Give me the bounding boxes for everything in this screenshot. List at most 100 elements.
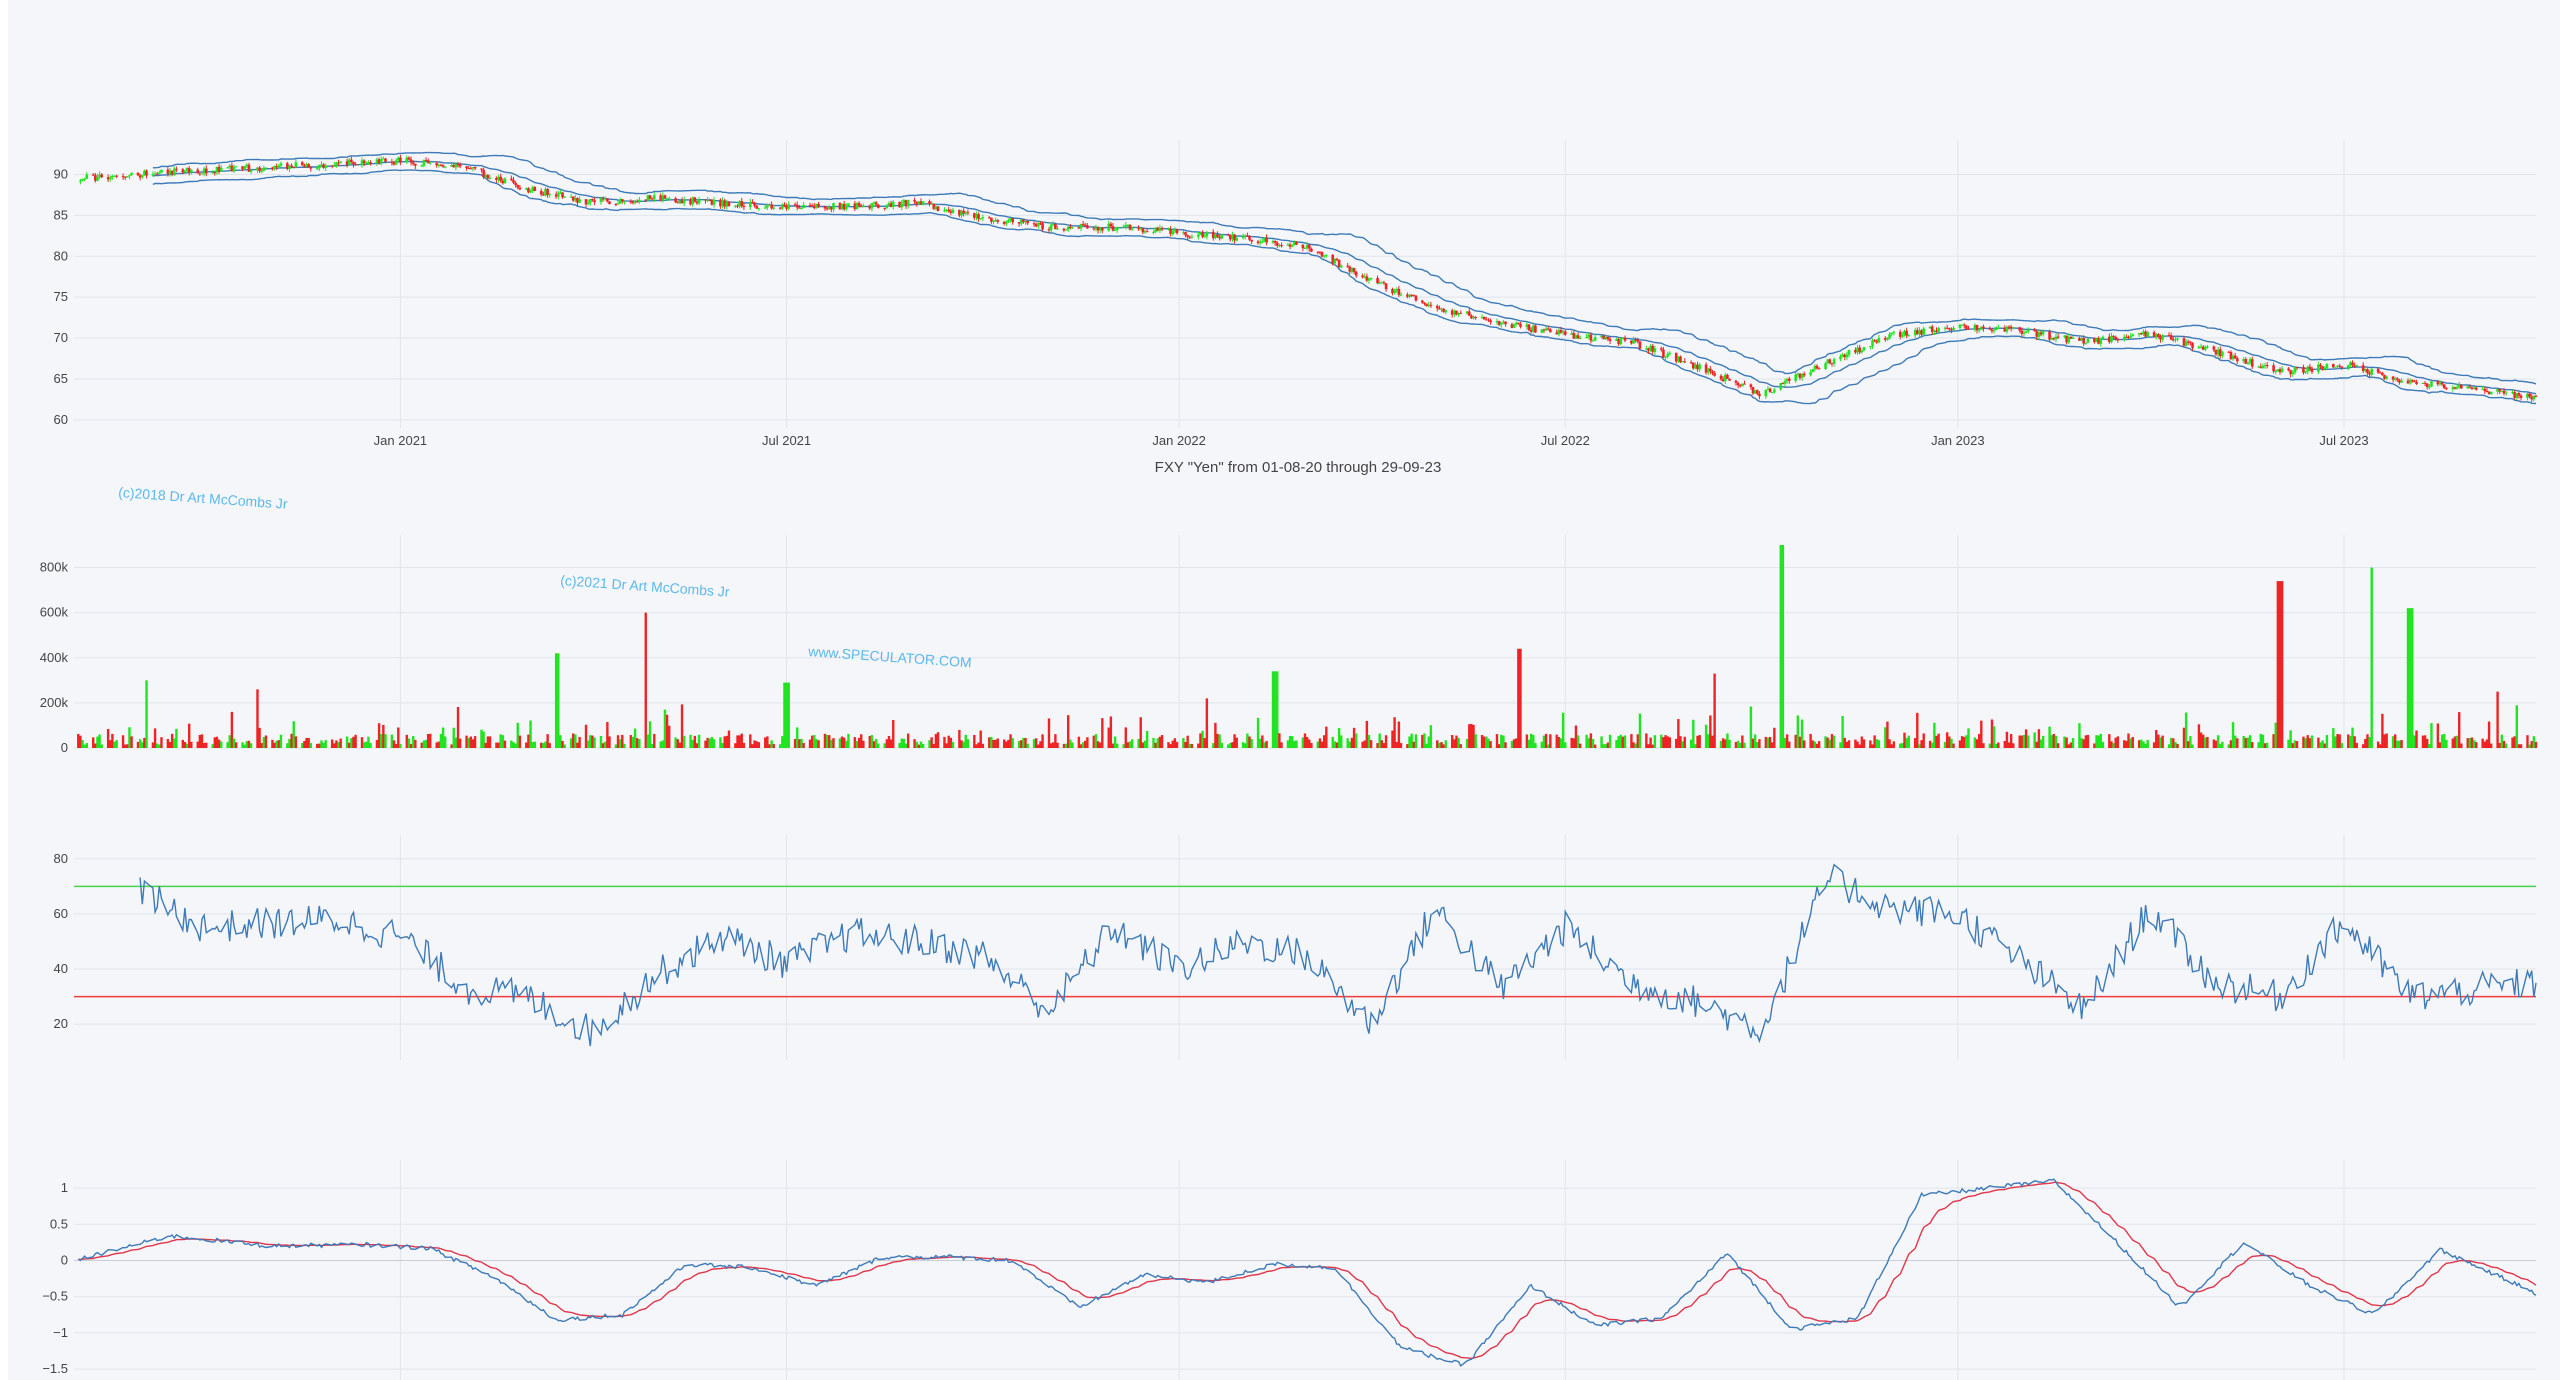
volume-bar: [958, 729, 961, 748]
y-tick-label: 60: [54, 412, 68, 427]
volume-bar: [1295, 740, 1298, 748]
volume-bar: [1002, 739, 1006, 748]
y-tick-label: 70: [54, 330, 68, 345]
candle-body: [652, 195, 656, 200]
candle-body: [1203, 236, 1207, 238]
volume-bar: [1615, 739, 1618, 748]
candle-body: [1205, 231, 1209, 237]
volume-bar: [1943, 741, 1947, 748]
volume-bar: [1077, 736, 1081, 748]
candle-body: [175, 168, 178, 170]
y-tick-label: −0.5: [42, 1289, 68, 1304]
volume-bar: [2485, 739, 2489, 748]
volume-bar: [661, 740, 665, 748]
volume-bar: [2005, 731, 2009, 748]
volume-bar: [2361, 744, 2365, 748]
candle-body: [1668, 352, 1672, 354]
candle-body: [443, 166, 447, 168]
volume-bar: [2125, 740, 2128, 748]
volume-bar: [2466, 738, 2469, 748]
candle-body: [674, 198, 677, 203]
volume-bar: [1694, 744, 1697, 748]
volume-bar: [1369, 740, 1373, 748]
volume-bar: [1489, 741, 1492, 748]
volume-bar: [874, 738, 878, 748]
candle-body: [158, 172, 161, 174]
candle-body: [1698, 364, 1701, 370]
candle-body: [219, 167, 223, 172]
volume-bar: [2116, 736, 2120, 748]
candle-body: [260, 170, 264, 172]
volume-bar: [2248, 735, 2252, 748]
volume-bar: [2530, 741, 2533, 748]
candle-body: [546, 188, 549, 195]
volume-bar: [407, 738, 411, 748]
volume-bar: [644, 612, 647, 748]
candle-body: [2400, 380, 2403, 383]
volume-bar: [631, 736, 635, 748]
candle-body: [294, 162, 298, 168]
volume-bar: [2413, 735, 2416, 748]
volume-bar: [2321, 740, 2324, 748]
volume-bar: [928, 740, 931, 748]
volume-bar: [350, 738, 353, 748]
volume-bar: [964, 734, 967, 748]
volume-bar: [1843, 737, 1846, 748]
volume-bar: [1576, 735, 1580, 748]
volume-bar: [390, 734, 394, 748]
volume-bar: [1664, 735, 1667, 748]
volume-bar: [1604, 744, 1608, 748]
volume-bar: [190, 741, 193, 748]
candle-body: [2024, 331, 2028, 333]
volume-bar: [1621, 736, 1625, 748]
volume-bar: [704, 740, 707, 748]
volume-bar: [1037, 744, 1040, 748]
candle-body: [1578, 338, 1582, 340]
volume-bar: [1992, 726, 1996, 748]
volume-bar: [1395, 741, 1398, 748]
volume-bar: [409, 744, 413, 748]
candle-body: [2504, 392, 2508, 394]
volume-bar: [495, 742, 498, 748]
volume-bar: [753, 740, 756, 748]
volume-bar: [200, 734, 204, 748]
volume-bar: [1316, 741, 1320, 748]
volume-bar: [2319, 742, 2322, 748]
volume-bar: [367, 736, 370, 748]
volume-bar: [2227, 744, 2230, 748]
volume-bar: [1212, 743, 1215, 748]
volume-bar: [2528, 744, 2531, 748]
candle-body: [802, 204, 805, 209]
volume-bar: [2204, 737, 2207, 748]
volume-bar: [1167, 742, 1170, 748]
candle-body: [399, 157, 402, 163]
price-chart-title: FXY "Yen" from 01-08-20 through 29-09-23: [1155, 459, 1442, 476]
candle-body: [1888, 334, 1891, 339]
candle-body: [2381, 372, 2384, 376]
candle-body: [1071, 227, 1074, 229]
volume-bar: [2347, 734, 2350, 748]
volume-bar: [458, 738, 462, 748]
candle-body: [1007, 220, 1010, 222]
volume-bar: [1922, 733, 1925, 748]
candle-body: [877, 204, 880, 208]
volume-bar: [1480, 734, 1484, 748]
volume-bar: [638, 739, 641, 748]
volume-bar: [542, 743, 545, 748]
volume-bar: [898, 742, 901, 748]
volume-bar: [2425, 738, 2429, 748]
candle-body: [503, 178, 507, 184]
volume-bar: [145, 680, 148, 748]
watermark-copyright-2021: (c)2021 Dr Art McCombs Jr: [560, 572, 731, 600]
volume-bar: [318, 743, 321, 748]
volume-bar: [1367, 734, 1371, 748]
volume-bar: [77, 733, 80, 748]
candle-body: [1303, 247, 1307, 249]
volume-bar: [1963, 736, 1966, 748]
candle-body: [1113, 229, 1117, 231]
volume-bar: [1310, 743, 1313, 748]
volume-bar: [860, 734, 863, 748]
candle-body: [2236, 358, 2239, 362]
volume-bar: [1337, 728, 1341, 748]
volume-bar: [832, 738, 835, 748]
